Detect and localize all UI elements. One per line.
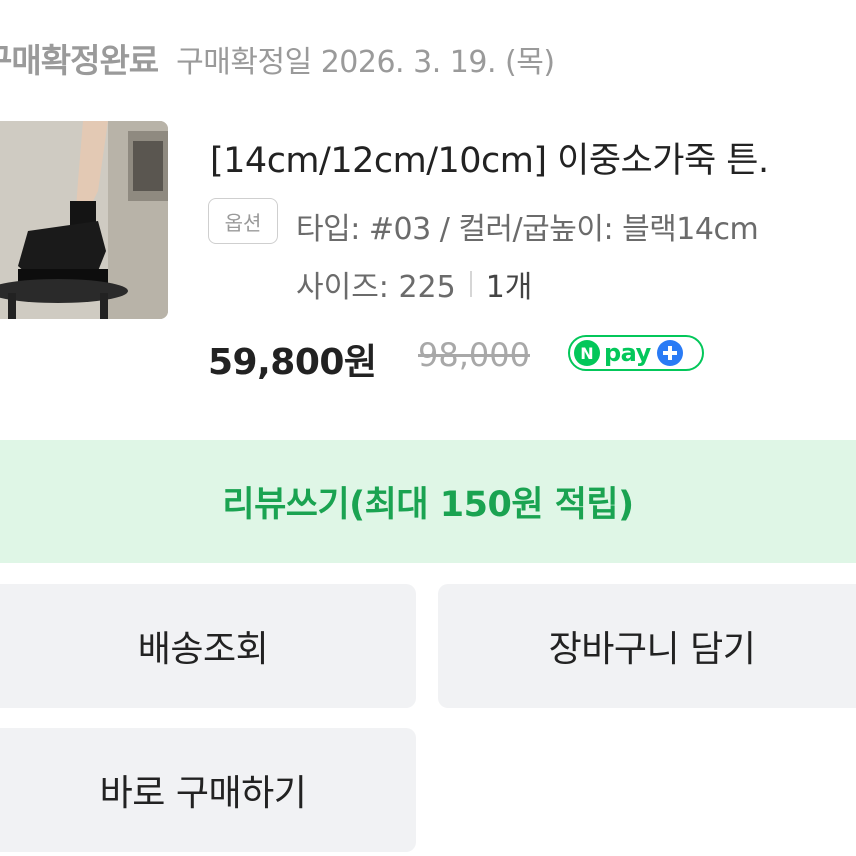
npay-plus-badge: N pay	[568, 335, 704, 371]
option-divider	[469, 271, 472, 297]
write-review-button[interactable]: 리뷰쓰기(최대 150원 적립)	[0, 440, 856, 563]
add-to-cart-button[interactable]: 장바구니 담기	[438, 584, 856, 708]
order-status-title: 구매확정완료	[0, 41, 159, 80]
npay-n-icon: N	[574, 340, 600, 366]
option-badge: 옵션	[208, 198, 278, 244]
npay-label: pay	[604, 339, 651, 367]
option-quantity: 1개	[485, 270, 533, 305]
product-image	[0, 121, 168, 319]
track-delivery-button[interactable]: 배송조회	[0, 584, 416, 708]
purchase-confirm-date: 구매확정일 2026. 3. 19. (목)	[176, 45, 555, 80]
product-thumbnail[interactable]	[0, 121, 168, 319]
buy-now-button[interactable]: 바로 구매하기	[0, 728, 416, 852]
plus-icon	[656, 340, 683, 366]
option-size-quantity: 사이즈: 225 1개	[296, 262, 532, 306]
original-price: 98,000	[418, 336, 530, 374]
order-status-header: 구매확정완료 구매확정일 2026. 3. 19. (목)	[0, 34, 555, 82]
option-size: 사이즈: 225	[296, 270, 456, 305]
product-name[interactable]: [14cm/12cm/10cm] 이중소가죽 튼.	[210, 132, 769, 183]
option-type-color: 타입: #03 / 컬러/굽높이: 블랙14cm	[296, 212, 759, 247]
sale-price: 59,800원	[208, 342, 377, 383]
